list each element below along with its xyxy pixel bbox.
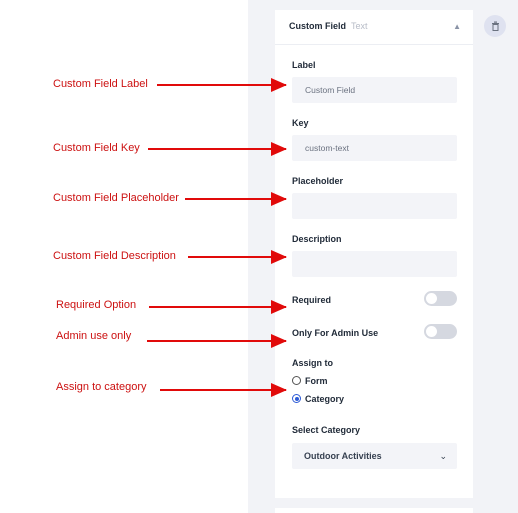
annotation-placeholder: Custom Field Placeholder <box>53 192 179 204</box>
arrow-category <box>160 383 287 397</box>
arrow-key <box>148 142 287 156</box>
annotation-admin: Admin use only <box>56 330 132 342</box>
next-panel-edge <box>275 508 473 513</box>
annotation-required: Required Option <box>56 299 137 311</box>
admin-only-toggle[interactable] <box>424 324 457 339</box>
panel-header[interactable]: Custom Field Text ▲ <box>275 10 473 45</box>
radio-form-label[interactable]: Form <box>305 376 328 386</box>
chevron-up-icon[interactable]: ▲ <box>453 22 461 31</box>
annotation-category: Assign to category <box>56 381 147 393</box>
placeholder-field-label: Placeholder <box>292 176 344 186</box>
description-input[interactable] <box>292 251 457 277</box>
radio-category[interactable] <box>292 394 301 403</box>
admin-only-label: Only For Admin Use <box>292 328 379 338</box>
key-input[interactable]: custom-text <box>292 135 457 161</box>
arrow-label <box>157 78 287 92</box>
required-label: Required <box>292 295 332 305</box>
placeholder-input[interactable] <box>292 193 457 219</box>
toggle-knob <box>426 293 437 304</box>
category-select[interactable]: Outdoor Activities ⌄ <box>292 443 457 469</box>
trash-icon[interactable] <box>484 15 506 37</box>
assign-to-label: Assign to <box>292 358 334 368</box>
select-category-label: Select Category <box>292 425 361 435</box>
radio-form[interactable] <box>292 376 301 385</box>
annotation-label: Custom Field Label <box>53 78 148 90</box>
toggle-knob <box>426 326 437 337</box>
key-field-label: Key <box>292 118 309 128</box>
panel-title: Custom Field <box>289 21 347 31</box>
annotation-description: Custom Field Description <box>53 250 176 262</box>
arrow-admin <box>147 334 287 348</box>
chevron-down-icon: ⌄ <box>439 451 447 461</box>
arrow-description <box>188 250 287 264</box>
category-select-value: Outdoor Activities <box>304 451 382 461</box>
label-field-label: Label <box>292 60 316 70</box>
arrow-placeholder <box>185 192 287 206</box>
field-type-label: Text <box>351 21 368 31</box>
required-toggle[interactable] <box>424 291 457 306</box>
description-field-label: Description <box>292 234 342 244</box>
label-input[interactable]: Custom Field <box>292 77 457 103</box>
annotation-key: Custom Field Key <box>53 142 140 154</box>
arrow-required <box>149 300 287 314</box>
radio-category-label[interactable]: Category <box>305 394 344 404</box>
